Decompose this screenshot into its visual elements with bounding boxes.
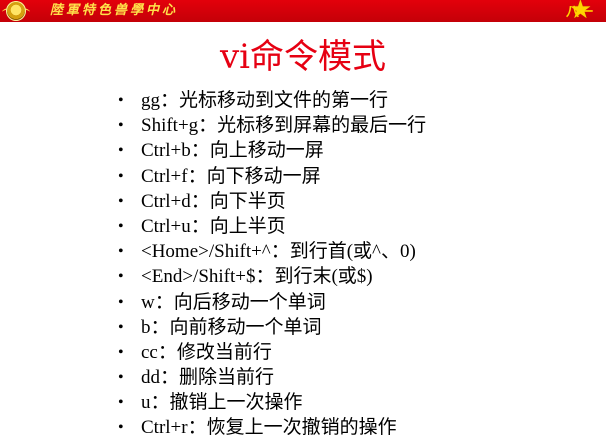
command-item: • Ctrl+d：向下半页 <box>118 189 426 214</box>
bayi-badge-text: 八一 <box>565 5 594 20</box>
command-item: • <Home>/Shift+^：到行首(或^、0) <box>118 239 426 264</box>
command-text: <Home>/Shift+^：到行首(或^、0) <box>141 241 416 263</box>
command-item: • Shift+g：光标移到屏幕的最后一行 <box>118 113 426 138</box>
bullet-icon: • <box>118 268 124 286</box>
bullet-icon: • <box>118 192 124 210</box>
banner-title: 陸軍特色兽學中心 <box>50 3 179 18</box>
command-text: Ctrl+b：向上移动一屏 <box>141 140 324 162</box>
command-item: • u：撤销上一次操作 <box>118 390 426 415</box>
command-text: w：向后移动一个单词 <box>141 291 326 313</box>
command-item: • b：向前移动一个单词 <box>118 315 426 340</box>
bullet-icon: • <box>118 117 124 135</box>
command-text: dd：删除当前行 <box>141 367 275 389</box>
slide-title: vi命令模式 <box>219 37 387 77</box>
bullet-icon: • <box>118 167 124 185</box>
command-text: Ctrl+d：向下半页 <box>141 190 286 212</box>
command-text: u：撤销上一次操作 <box>141 392 303 414</box>
command-item: • <End>/Shift+$：到行末(或$) <box>118 264 426 289</box>
command-text: <End>/Shift+$：到行末(或$) <box>141 266 373 288</box>
header-banner: 陸軍特色兽學中心 ★ 八一 <box>0 0 606 23</box>
command-item: • Ctrl+u：向上半页 <box>118 214 426 239</box>
command-text: b：向前移动一个单词 <box>141 316 322 338</box>
bullet-icon: • <box>118 142 124 160</box>
bullet-icon: • <box>118 419 124 437</box>
command-list: • gg：光标移动到文件的第一行 • Shift+g：光标移到屏幕的最后一行 • Ct… <box>118 88 426 441</box>
bullet-icon: • <box>118 318 124 336</box>
command-item: • Ctrl+r：恢复上一次撤销的操作 <box>118 415 426 440</box>
command-text: cc：修改当前行 <box>141 341 272 363</box>
command-text: Shift+g：光标移到屏幕的最后一行 <box>141 115 427 137</box>
bullet-icon: • <box>118 343 124 361</box>
command-item: • w：向后移动一个单词 <box>118 290 426 315</box>
bullet-icon: • <box>118 217 124 235</box>
command-text: Ctrl+r：恢复上一次撤销的操作 <box>141 417 397 439</box>
command-text: gg：光标移动到文件的第一行 <box>141 90 389 111</box>
command-text: Ctrl+u：向上半页 <box>141 215 286 237</box>
bullet-icon: • <box>118 369 124 387</box>
command-item: • Ctrl+f：向下移动一屏 <box>118 164 426 189</box>
army-emblem-icon <box>6 1 26 21</box>
bullet-icon: • <box>118 92 124 109</box>
command-item: • dd：删除当前行 <box>118 365 426 390</box>
bullet-icon: • <box>118 243 124 261</box>
bullet-icon: • <box>118 293 124 311</box>
command-item: • Ctrl+b：向上移动一屏 <box>118 138 426 163</box>
command-item: • cc：修改当前行 <box>118 340 426 365</box>
bullet-icon: • <box>118 394 124 412</box>
command-text: Ctrl+f：向下移动一屏 <box>141 165 321 187</box>
command-item: • gg：光标移动到文件的第一行 <box>118 88 426 113</box>
